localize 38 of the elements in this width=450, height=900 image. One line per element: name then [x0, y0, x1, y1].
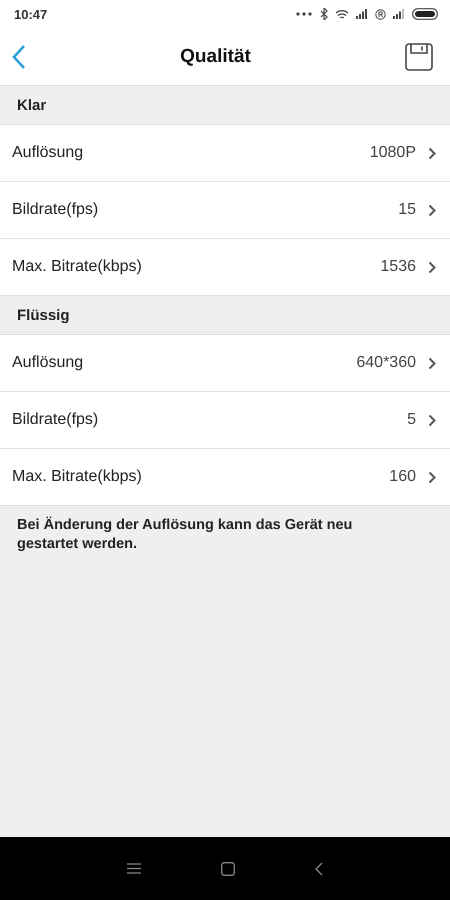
bluetooth-icon: [320, 8, 328, 20]
row-value: 1080P: [370, 144, 416, 162]
battery-icon: [412, 8, 438, 20]
roaming-icon: [375, 8, 386, 20]
chevron-right-icon: [428, 260, 436, 274]
chevron-right-icon: [428, 414, 436, 426]
row-value: 5: [407, 411, 416, 429]
chevron-right-icon: [428, 356, 436, 370]
row-value: 160: [389, 468, 416, 486]
status-time: 10:47: [14, 6, 48, 22]
chevron-right-icon: [428, 470, 436, 484]
chevron-right-icon: [428, 204, 436, 216]
settings-row[interactable]: Bildrate(fps) 5: [0, 392, 450, 449]
row-value: 15: [398, 201, 416, 219]
row-label: Auflösung: [12, 354, 84, 372]
row-label: Auflösung: [12, 144, 84, 162]
menu-icon[interactable]: [127, 863, 141, 874]
chevron-right-icon: [428, 146, 436, 160]
wifi-icon: [335, 8, 349, 20]
row-label: Max. Bitrate(kbps): [12, 258, 142, 276]
row-label: Max. Bitrate(kbps): [12, 468, 142, 486]
settings-row[interactable]: Max. Bitrate(kbps) 1536: [0, 239, 450, 295]
settings-row[interactable]: Max. Bitrate(kbps) 160: [0, 449, 450, 505]
note-text: Bei Änderung der Auflösung kann das Gerät neu gestartet werden.: [17, 516, 354, 554]
settings-row[interactable]: Auflösung 640*360: [0, 335, 450, 392]
row-label: Bildrate(fps): [12, 201, 98, 219]
back-icon[interactable]: [315, 862, 323, 876]
row-value: 640*360: [356, 354, 416, 372]
row-label: Bildrate(fps): [12, 411, 98, 429]
home-icon[interactable]: [221, 862, 235, 876]
row-value: 1536: [380, 258, 416, 276]
page-title: Qualität: [180, 46, 251, 68]
signal-icon: [393, 9, 405, 19]
settings-row[interactable]: Bildrate(fps) 15: [0, 182, 450, 239]
signal-icon: [356, 9, 368, 19]
settings-row[interactable]: Auflösung 1080P: [0, 125, 450, 182]
save-button[interactable]: [402, 40, 435, 72]
more-dots-icon: [295, 11, 313, 17]
